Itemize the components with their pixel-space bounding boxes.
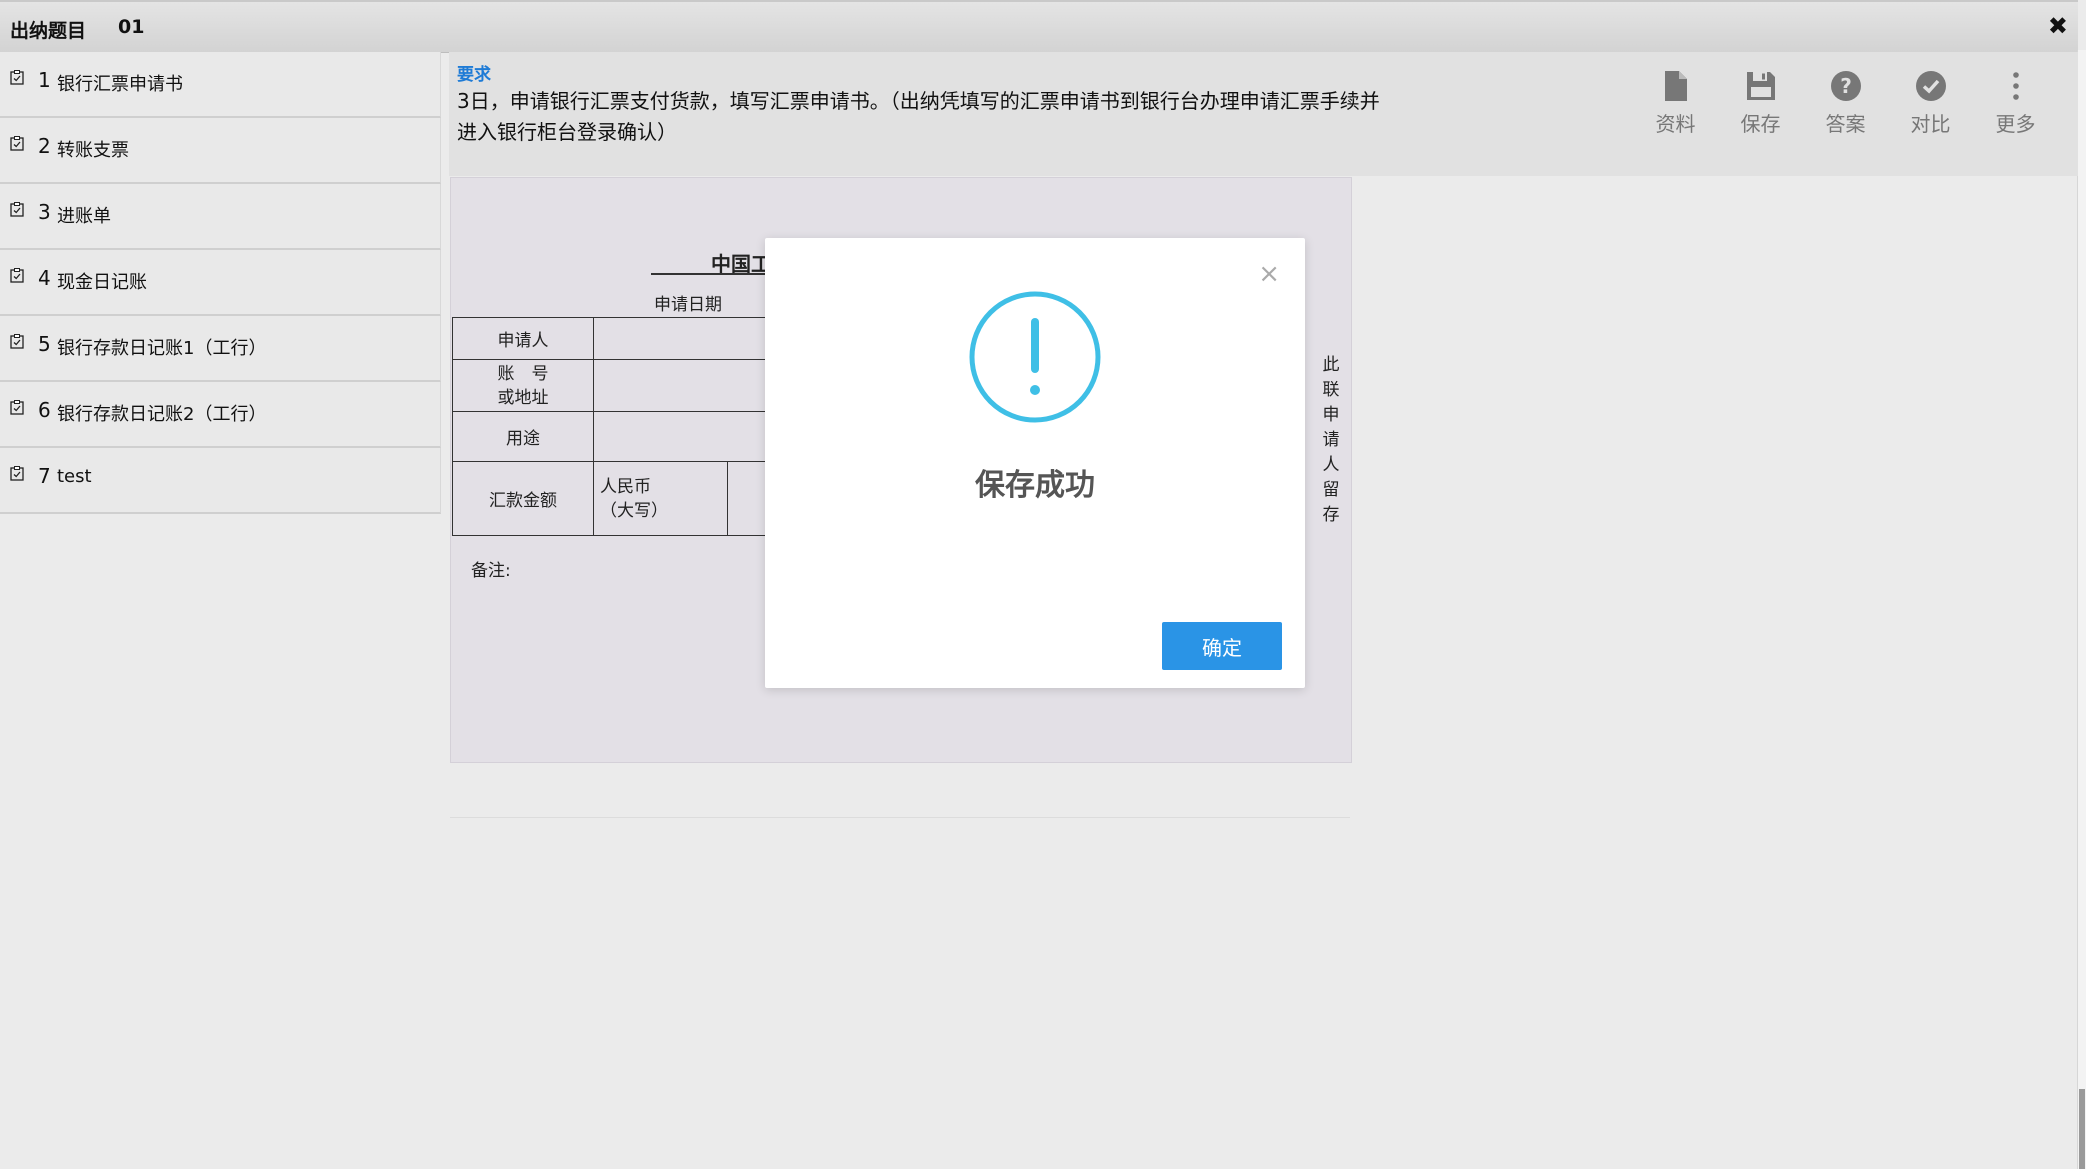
window-title: 出纳题目 [10,20,87,42]
applicant-label: 申请人 [452,317,594,360]
sidebar-item-number: 3 [38,200,51,224]
sidebar-item-label: 银行存款日记账1（工行） [57,338,267,359]
checklist-icon [10,202,24,217]
purpose-field[interactable] [593,411,782,462]
sidebar-item[interactable]: 1 银行汇票申请书 [0,52,441,118]
requirement-title: 要求 [457,65,491,85]
requirement-panel: 要求 3日，申请银行汇票支付货款，填写汇票申请书。（出纳凭填写的汇票申请书到银行… [449,52,2078,176]
sidebar-item[interactable]: 3 进账单 [0,184,441,250]
purpose-label: 用途 [452,411,594,462]
more-vertical-icon [2012,72,2019,100]
sidebar-item-number: 5 [38,332,51,356]
sidebar-item-number: 4 [38,266,51,290]
toolbar-answer-button[interactable]: ? 答案 [1803,66,1888,137]
toolbar-label: 对比 [1910,112,1951,136]
scrollbar-thumb[interactable] [2079,1089,2085,1169]
checklist-icon [10,268,24,283]
amount-label: 汇款金额 [452,461,594,536]
rmb-label-line1: 人民币 [600,476,651,497]
sidebar-item[interactable]: 4 现金日记账 [0,250,441,316]
toolbar-more-button[interactable]: 更多 [1973,66,2058,137]
sidebar-item-number: 1 [38,68,51,92]
toolbar-label: 保存 [1740,112,1781,136]
toolbar-compare-button[interactable]: 对比 [1888,66,1973,137]
sidebar-item-label: 进账单 [57,206,111,227]
sidebar-item[interactable]: 5 银行存款日记账1（工行） [0,316,441,382]
title-bar: 出纳题目 01 ✖ [0,0,2078,53]
checklist-icon [10,400,24,415]
dialog-message: 保存成功 [975,468,1095,503]
account-label-line2: 或地址 [497,387,549,408]
toolbar: 资料 保存 ? 答案 对比 更多 [1633,66,2058,137]
window-code: 01 [118,16,145,38]
sidebar-item-number: 7 [38,464,51,488]
toolbar-materials-button[interactable]: 资料 [1633,66,1718,137]
toolbar-label: 更多 [1995,112,2036,136]
rmb-label-line2: （大写） [600,500,668,521]
sidebar-item-number: 2 [38,134,51,158]
toolbar-label: 答案 [1825,112,1866,136]
sidebar-item[interactable]: 2 转账支票 [0,118,441,184]
rmb-label: 人民币 （大写） [593,461,728,536]
toolbar-label: 资料 [1655,112,1696,136]
dialog-close-icon[interactable]: × [1258,261,1280,287]
close-icon[interactable]: ✖ [2048,14,2068,38]
side-note: 此联申请人留存 [1322,355,1340,525]
sidebar-item[interactable]: 7 test [0,448,441,514]
form-table: 申请人 账 号或地址 用途 汇款金额 人民币 （大写） [452,317,783,536]
sidebar-item-number: 6 [38,398,51,422]
check-icon [1915,71,1946,101]
save-success-dialog: × 保存成功 确定 [765,238,1305,688]
confirm-button[interactable]: 确定 [1162,622,1282,670]
applicant-field[interactable] [593,317,782,360]
sidebar: 1 银行汇票申请书 2 转账支票 3 进账单 4 现金日记账 5 银行存款日记账… [0,52,441,514]
account-field[interactable] [593,359,782,412]
application-date-label: 申请日期 [654,295,722,315]
sidebar-item-label: 银行汇票申请书 [57,74,183,95]
account-label-line1: 账 号 [497,363,549,384]
sidebar-item-label: 现金日记账 [57,272,147,293]
checklist-icon [10,334,24,349]
question-icon: ? [1830,71,1861,101]
note-label: 备注: [471,561,511,581]
account-label: 账 号或地址 [452,359,594,412]
sidebar-item[interactable]: 6 银行存款日记账2（工行） [0,382,441,448]
checklist-icon [10,466,24,481]
requirement-text: 3日，申请银行汇票支付货款，填写汇票申请书。（出纳凭填写的汇票申请书到银行台办理… [457,89,1380,144]
exclamation-icon [969,291,1101,423]
document-icon [1664,71,1687,101]
sidebar-item-label: 银行存款日记账2（工行） [57,404,267,425]
divider [450,817,1350,818]
scrollbar[interactable] [2077,50,2086,1169]
sidebar-item-label: test [57,466,92,487]
checklist-icon [10,70,24,85]
checklist-icon [10,136,24,151]
save-icon [1746,72,1775,100]
svg-text:?: ? [1840,74,1852,98]
sidebar-item-label: 转账支票 [57,140,129,161]
toolbar-save-button[interactable]: 保存 [1718,66,1803,137]
heading-underline [651,273,771,275]
